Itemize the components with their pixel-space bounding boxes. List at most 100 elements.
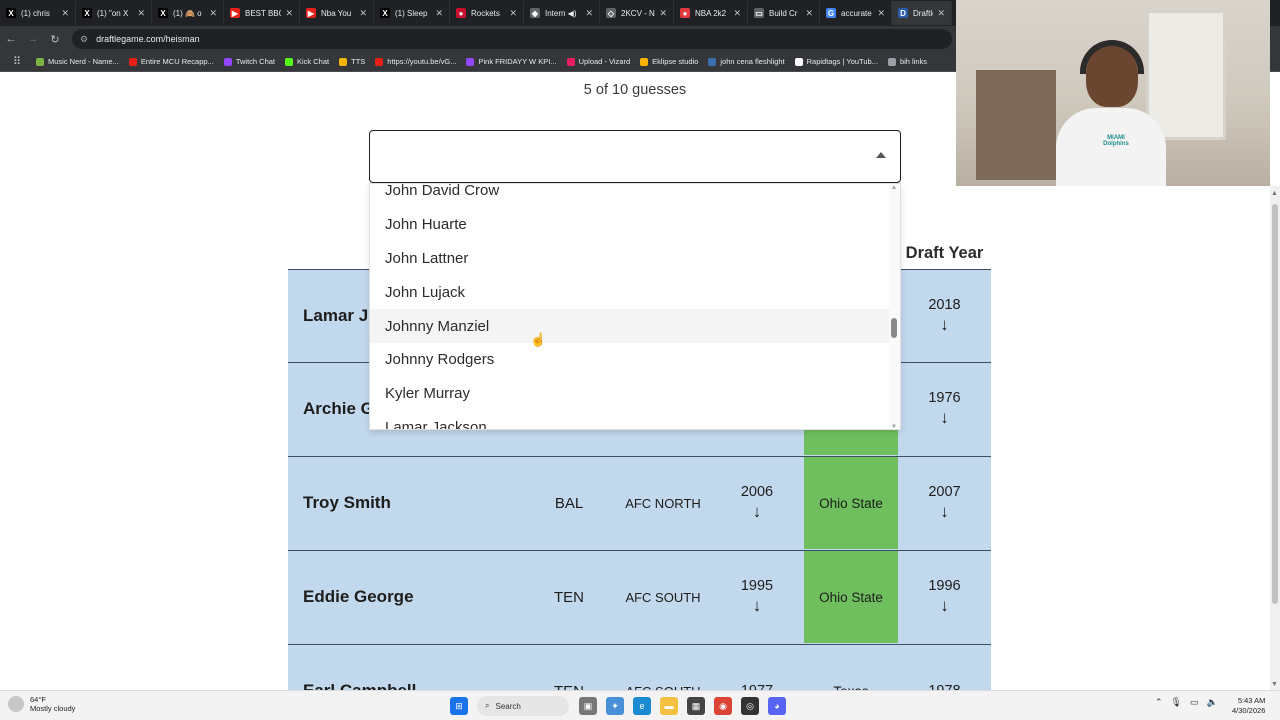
bookmark-favicon-icon (128, 57, 137, 66)
site-info-icon[interactable]: ⚙ (80, 34, 88, 45)
bookmark-label: Twitch Chat (235, 57, 275, 66)
dropdown-option[interactable]: John David Crow (370, 184, 890, 208)
browser-tab[interactable]: ● NBA 2k2 ✕ (674, 1, 748, 25)
player-search-input[interactable] (378, 139, 858, 175)
tab-close-icon[interactable]: ✕ (61, 8, 69, 19)
browser-tab[interactable]: D Draftle ✕ (892, 1, 952, 25)
weather-widget[interactable]: 64°F Mostly cloudy (8, 695, 75, 713)
tab-close-icon[interactable]: ✕ (937, 8, 945, 19)
tab-close-icon[interactable]: ✕ (359, 8, 367, 19)
obs-icon[interactable]: ◎ (741, 697, 759, 715)
browser-tab[interactable]: ● Rockets ✕ (450, 1, 524, 25)
browser-tab[interactable]: Gaccurate ✕ (820, 1, 892, 25)
browser-tab[interactable]: ◆ Intern ◀) ✕ (524, 1, 600, 25)
tab-close-icon[interactable]: ✕ (509, 8, 517, 19)
bookmark-item[interactable]: TTS (339, 57, 365, 66)
edge-icon[interactable]: e (633, 697, 651, 715)
dropdown-option[interactable]: Lamar Jackson (370, 411, 890, 429)
down-arrow-icon: ↓ (752, 502, 762, 521)
browser-tab[interactable]: ▶ BEST BBC ✕ (224, 1, 300, 25)
headset-icon (1080, 40, 1144, 74)
weather-temperature: 64°F (30, 695, 46, 704)
page-scroll-thumb[interactable] (1272, 204, 1278, 604)
back-arrow-icon[interactable]: ← (0, 33, 22, 45)
apps-grid-icon[interactable]: ⠿ (6, 55, 28, 68)
bookmark-item[interactable]: Music Nerd - Name... (36, 57, 119, 66)
bookmark-item[interactable]: Twitch Chat (223, 57, 275, 66)
reload-icon[interactable]: ↻ (44, 33, 66, 46)
draft-year-cell-value: 2018 (928, 297, 961, 313)
browser-tab[interactable]: X (1) chris ✕ (0, 1, 76, 25)
tab-close-icon[interactable]: ✕ (285, 8, 293, 19)
volume-icon[interactable]: 🔈 (1207, 697, 1218, 708)
bookmark-item[interactable]: Pink FRIDAYY W KPI... (466, 57, 557, 66)
forward-arrow-icon[interactable]: → (22, 33, 44, 45)
tab-close-icon[interactable]: ✕ (137, 8, 145, 19)
draft-year-cell: 2018 ↓ (898, 270, 991, 362)
tab-close-icon[interactable]: ✕ (659, 8, 667, 19)
system-clock[interactable]: 5:43 AM 4/30/2026 (1232, 696, 1265, 716)
streamer-shirt (1056, 108, 1166, 186)
tab-favicon-icon: D (898, 8, 908, 18)
bookmark-item[interactable]: john cena fleshlight (708, 57, 785, 66)
page-scroll-down-icon[interactable]: ▼ (1271, 681, 1278, 688)
chrome-icon[interactable]: ◉ (714, 697, 732, 715)
bookmark-item[interactable]: Kick Chat (285, 57, 329, 66)
bookmark-item[interactable]: bih links (887, 57, 927, 66)
draft-year-cell: 1976 ↓ (898, 363, 991, 455)
dropdown-option[interactable]: John Huarte (370, 208, 890, 242)
task-view-icon[interactable]: ▣ (579, 697, 597, 715)
heisman-year-cell: 1995 ↓ (718, 551, 796, 643)
copilot-icon[interactable]: ✦ (606, 697, 624, 715)
dropdown-option[interactable]: John Lattner (370, 242, 890, 276)
tray-chevron-icon[interactable]: ⌃ (1155, 697, 1163, 708)
microphone-icon[interactable]: 🎙 (1171, 697, 1182, 708)
browser-tab[interactable]: ▶ Nba You ✕ (300, 1, 374, 25)
listbox-scroll-thumb[interactable] (891, 318, 897, 338)
listbox-scrollbar[interactable]: ▲ ▼ (889, 184, 900, 429)
bookmark-item[interactable]: Eklipse studio (640, 57, 698, 66)
player-options-listbox[interactable]: John David Crow John Huarte John Lattner Jo… (369, 183, 901, 430)
tab-close-icon[interactable]: ✕ (209, 8, 217, 19)
scroll-up-arrow-icon[interactable]: ▲ (891, 185, 897, 191)
tab-close-icon[interactable]: ✕ (877, 8, 885, 19)
tab-close-icon[interactable]: ✕ (435, 8, 443, 19)
collapse-caret-icon[interactable] (876, 152, 886, 158)
scroll-down-arrow-icon[interactable]: ▼ (891, 424, 897, 429)
tab-close-icon[interactable]: ✕ (733, 8, 741, 19)
windows-start-icon[interactable]: ⊞ (450, 697, 468, 715)
taskbar-search[interactable]: ⌕ Search (477, 696, 569, 716)
tab-favicon-icon: X (6, 8, 16, 18)
dropdown-option[interactable]: Johnny Manziel (370, 309, 890, 343)
browser-tab[interactable]: X (1) "on X ✕ (76, 1, 152, 25)
store-icon[interactable]: ▦ (687, 697, 705, 715)
discord-icon[interactable]: ◕ (768, 697, 786, 715)
page-scrollbar[interactable]: ▲ ▼ (1270, 186, 1280, 690)
tab-title: (1) "on X (97, 8, 129, 18)
table-row: Earl Campbell TEN AFC SOUTH 1977 Texas 1978 (288, 645, 991, 690)
draft-year-cell-value: 2007 (928, 484, 961, 500)
dropdown-option[interactable]: John Lujack (370, 275, 890, 309)
tab-title: BEST BBC (245, 8, 282, 18)
bookmark-item[interactable]: Entire MCU Recapp... (128, 57, 214, 66)
dropdown-option[interactable]: Johnny Rodgers (370, 343, 890, 377)
table-row: Troy Smith BAL AFC NORTH 2006 ↓ Ohio State 200… (288, 457, 991, 551)
tab-close-icon[interactable]: ✕ (805, 8, 813, 19)
file-explorer-icon[interactable]: ▬ (660, 697, 678, 715)
bookmark-label: Pink FRIDAYY W KPI... (478, 57, 557, 66)
browser-tab[interactable]: X (1) 🙈 o ✕ (152, 1, 224, 25)
player-name: Earl Campbell (303, 645, 523, 690)
browser-tab[interactable]: ◇ 2KCV - N ✕ (600, 1, 674, 25)
network-icon[interactable]: ▭ (1190, 697, 1199, 708)
player-search-combobox[interactable] (369, 130, 901, 183)
url-field[interactable]: ⚙ draftlegame.com/heisman (72, 29, 952, 49)
bookmark-item[interactable]: Rapidtags | YouTub... (794, 57, 878, 66)
browser-tab[interactable]: X (1) Sleep ✕ (374, 1, 450, 25)
bookmark-item[interactable]: Upload - Vizard (566, 57, 630, 66)
page-scroll-up-icon[interactable]: ▲ (1271, 190, 1278, 197)
bookmark-item[interactable]: https://youtu.be/vG... (375, 57, 456, 66)
dropdown-option[interactable]: Kyler Murray (370, 377, 890, 411)
team-cell-value: TEN (554, 683, 584, 691)
browser-tab[interactable]: ▭ Build Cr ✕ (748, 1, 820, 25)
tab-close-icon[interactable]: ✕ (585, 8, 593, 19)
